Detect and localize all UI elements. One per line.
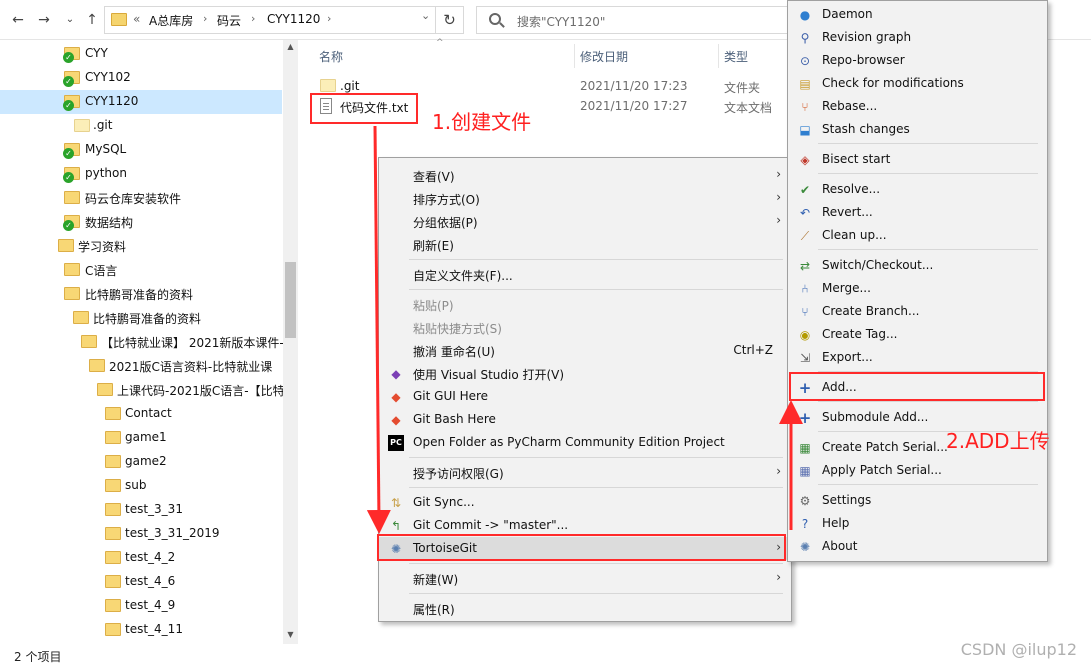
annotation-arrows	[366, 125, 803, 534]
annotation-arrow-down	[366, 125, 391, 534]
watermark: CSDN @ilup12	[960, 640, 1077, 659]
